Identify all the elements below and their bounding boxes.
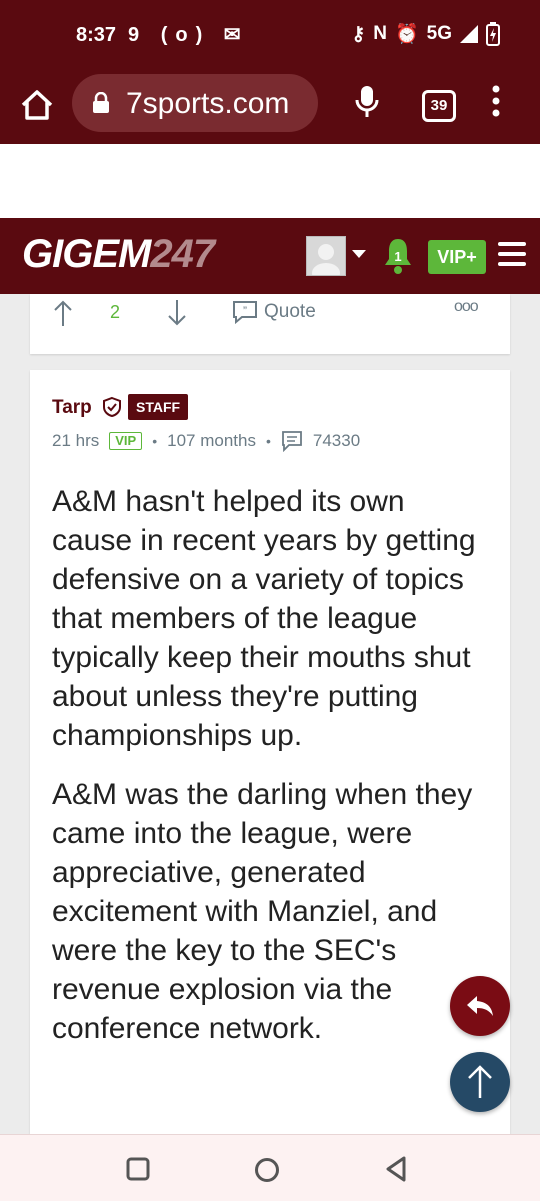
previous-post-actions: 2 ” Quote ooo (30, 294, 510, 354)
site-header: GIGEM247 1 VIP+ (0, 218, 540, 294)
quote-button[interactable]: Quote (264, 301, 316, 323)
mic-icon[interactable] (354, 84, 380, 120)
separator-dot: • (152, 433, 158, 449)
ad-space (0, 144, 540, 218)
reply-button[interactable] (450, 976, 510, 1036)
vip-tag: VIP (109, 432, 143, 450)
network-label: 5G (426, 23, 452, 44)
system-nav-bar (0, 1134, 540, 1201)
member-tenure: 107 months (167, 431, 256, 450)
url-bar[interactable]: 7sports.com (72, 74, 318, 132)
url-text: 7sports.com (126, 87, 290, 120)
shield-icon (103, 396, 121, 418)
browser-toolbar: 7sports.com 39 (0, 70, 540, 144)
signal-icon (460, 25, 478, 43)
forum-post: Tarp STAFF 21 hrs VIP • 107 months • 743… (30, 370, 510, 1134)
status-right-icons: ⚷ N ⏰ 5G (351, 22, 500, 46)
post-time: 21 hrs (52, 431, 100, 450)
staff-badge: STAFF (128, 394, 189, 420)
downvote-arrow-icon[interactable] (166, 298, 188, 328)
hamburger-menu-icon[interactable] (498, 242, 526, 272)
tab-switcher-button[interactable]: 39 (422, 90, 456, 122)
svg-text:”: ” (243, 304, 247, 318)
quote-icon[interactable]: ” (232, 300, 258, 324)
post-body: A&M hasn't helped its own cause in recen… (52, 482, 492, 1068)
logo-text: GIGEM (22, 232, 151, 276)
vote-count: 2 (110, 302, 121, 322)
chevron-down-icon[interactable] (352, 250, 366, 258)
post-paragraph: A&M hasn't helped its own cause in recen… (52, 485, 476, 752)
logo-number: 247 (150, 232, 215, 276)
status-left-icons: 9 (o) ✉ (128, 22, 249, 47)
upvote-arrow-icon[interactable] (52, 298, 74, 328)
recents-icon[interactable] (126, 1157, 150, 1181)
post-paragraph: A&M was the darling when they came into … (52, 778, 473, 1045)
back-icon[interactable] (384, 1155, 408, 1183)
separator-dot: • (265, 433, 271, 449)
scroll-to-top-button[interactable] (450, 1052, 510, 1112)
status-time: 8:37 (76, 24, 117, 46)
post-count: 74330 (312, 431, 361, 450)
status-bar: 8:37 9 (o) ✉ ⚷ N ⏰ 5G (0, 0, 540, 70)
avatar[interactable] (306, 236, 346, 283)
radio-icon: (o) (160, 24, 211, 46)
nine-icon: 9 (128, 24, 148, 46)
more-options-button[interactable]: ooo (454, 298, 479, 316)
message-count-icon (281, 431, 302, 452)
reply-arrow-icon (467, 996, 493, 1016)
nfc-icon: N (373, 23, 387, 44)
post-meta: 21 hrs VIP • 107 months • 74330 (52, 430, 360, 452)
site-logo[interactable]: GIGEM247 (22, 232, 215, 277)
notification-count: 1 (394, 249, 401, 264)
key-icon: ⚷ (351, 23, 366, 45)
arrow-up-icon (468, 1065, 492, 1098)
home-icon[interactable] (18, 86, 56, 124)
home-nav-icon[interactable] (254, 1157, 280, 1183)
vip-plus-button[interactable]: VIP+ (428, 240, 486, 274)
avatar-placeholder-icon (312, 244, 340, 283)
mail-icon: ✉ (223, 24, 249, 46)
post-author[interactable]: Tarp (52, 397, 92, 419)
alarm-icon: ⏰ (394, 24, 419, 45)
lock-icon (93, 92, 109, 113)
overflow-menu-icon[interactable] (490, 84, 502, 118)
battery-icon (486, 22, 500, 46)
bell-icon[interactable]: 1 (382, 236, 414, 276)
